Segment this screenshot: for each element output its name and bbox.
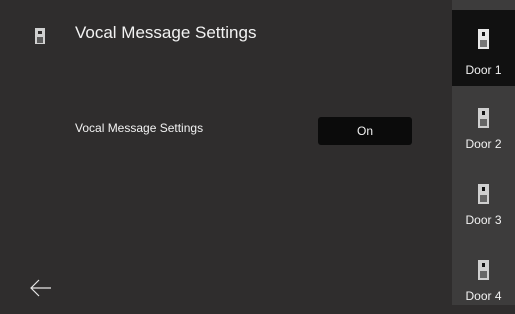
vocal-message-setting-label: Vocal Message Settings	[75, 121, 204, 135]
sidebar-item-door-4[interactable]: Door 4	[452, 238, 515, 314]
sidebar-item-label: Door 2	[465, 137, 502, 151]
door-panel-icon	[478, 108, 489, 128]
sidebar-item-label: Door 1	[465, 63, 502, 77]
sidebar-item-label: Door 4	[465, 289, 502, 303]
door-panel-icon	[478, 29, 489, 49]
door-panel-icon	[478, 184, 489, 204]
door-panel-icon	[35, 28, 45, 44]
sidebar-item-door-1[interactable]: Door 1	[452, 10, 515, 86]
sidebar-item-door-2[interactable]: Door 2	[452, 86, 515, 162]
vocal-message-toggle-button[interactable]: On	[318, 117, 412, 145]
main-panel: Vocal Message Settings Vocal Message Set…	[0, 0, 452, 305]
page-title: Vocal Message Settings	[75, 23, 257, 42]
sidebar-item-label: Door 3	[465, 213, 502, 227]
sidebar-item-door-3[interactable]: Door 3	[452, 162, 515, 238]
door-panel-icon	[478, 260, 489, 280]
back-arrow-icon[interactable]	[29, 278, 53, 298]
door-sidebar: Door 1 Door 2 Door 3 Door 4	[452, 0, 515, 305]
